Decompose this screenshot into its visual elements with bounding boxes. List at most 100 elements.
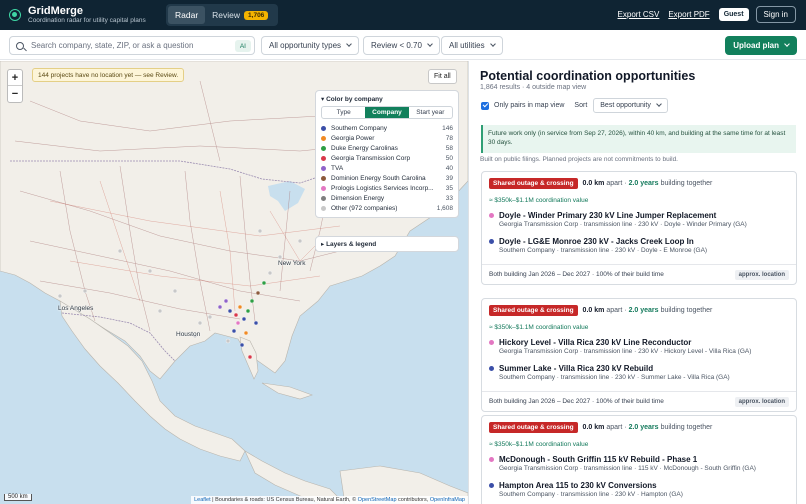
attribution-text: | Boundaries & roads: US Census Bureau, … <box>210 497 358 503</box>
project-color-dot <box>489 457 494 462</box>
utilities-dropdown[interactable]: All utilities <box>441 36 503 55</box>
sort-value: Best opportunity <box>600 102 651 109</box>
company-legend-item[interactable]: Prologis Logistics Services Incorp... 35 <box>321 183 453 193</box>
project-color-dot <box>489 213 494 218</box>
company-color-swatch <box>321 135 326 141</box>
scale-bar: 500 km <box>4 494 32 501</box>
color-by-type-option[interactable]: Type <box>322 107 365 118</box>
search-input[interactable] <box>31 41 221 50</box>
chevron-down-icon <box>784 41 790 47</box>
overlap-suffix: building together <box>660 180 713 187</box>
company-legend-item[interactable]: Other (972 companies) 1,608 <box>321 203 453 213</box>
project-color-dot <box>489 340 494 345</box>
map-view[interactable]: New York Los Angeles Houston + − 144 pro… <box>0 61 468 504</box>
color-by-segmented-control: Type Company Start year <box>321 106 453 119</box>
upload-plan-button[interactable]: Upload plan <box>725 36 797 55</box>
overlap-suffix: building together <box>660 424 713 431</box>
distance-suffix: apart · <box>606 424 627 431</box>
coordination-value: ≈ $350k–$1.1M coordination value <box>489 324 589 331</box>
guest-badge: Guest <box>718 8 749 21</box>
review-filter-dropdown[interactable]: Review < 0.70 <box>363 36 440 55</box>
project-one[interactable]: Hickory Level - Villa Rica 230 kV Line R… <box>489 338 751 355</box>
company-legend-item[interactable]: Southern Company 146 <box>321 123 453 133</box>
company-color-swatch <box>321 175 326 181</box>
project-meta: Georgia Transmission Corp · transmission… <box>499 221 747 228</box>
missing-location-notice[interactable]: 144 projects have no location yet — see … <box>32 68 185 82</box>
fit-all-button[interactable]: Fit all <box>428 69 457 84</box>
company-legend-item[interactable]: Dominion Energy South Carolina 39 <box>321 173 453 183</box>
layers-legend-toggle[interactable]: ▸ Layers & legend <box>315 236 459 252</box>
company-name: Duke Energy Carolinas <box>331 144 398 152</box>
openinframap-link[interactable]: OpenInfraMap <box>430 497 465 503</box>
approx-location-badge: approx. location <box>734 269 789 280</box>
project-name: Doyle - Winder Primary 230 kV Line Jumpe… <box>499 211 717 220</box>
app-header: GridMerge Coordination radar for utility… <box>0 0 806 30</box>
zoom-in-button[interactable]: + <box>8 70 22 86</box>
company-legend-item[interactable]: Duke Energy Carolinas 58 <box>321 143 453 153</box>
leaflet-link[interactable]: Leaflet <box>194 497 211 503</box>
project-meta: Southern Company · transmission line · 2… <box>499 374 730 381</box>
project-two[interactable]: Doyle - LG&E Monroe 230 kV - Jacks Creek… <box>489 237 707 254</box>
sign-in-button[interactable]: Sign in <box>755 6 796 23</box>
coordination-value: ≈ $350k–$1.1M coordination value <box>489 197 589 204</box>
export-pdf-link[interactable]: Export PDF <box>668 10 709 19</box>
company-color-swatch <box>321 125 326 131</box>
chevron-down-icon <box>346 41 352 47</box>
company-count: 35 <box>445 184 453 192</box>
company-color-swatch <box>321 195 326 201</box>
company-color-swatch <box>321 145 326 151</box>
city-label-new-york: New York <box>278 260 306 267</box>
sort-label: Sort <box>574 102 588 109</box>
project-meta: Georgia Transmission Corp · transmission… <box>499 465 756 472</box>
company-count: 146 <box>442 124 453 132</box>
company-legend-item[interactable]: Dimension Energy 33 <box>321 193 453 203</box>
color-by-start-year-option[interactable]: Start year <box>409 107 452 118</box>
ai-button[interactable]: AI <box>234 40 251 52</box>
only-pairs-checkbox[interactable] <box>481 101 489 110</box>
results-title: Potential coordination opportunities <box>480 69 696 83</box>
company-name: Dominion Energy South Carolina <box>331 174 426 182</box>
company-legend-item[interactable]: Georgia Transmission Corp 50 <box>321 153 453 163</box>
tab-review[interactable]: Review 1,706 <box>205 6 275 24</box>
card-footer: Both building Jan 2026 – Dec 2027 · 100%… <box>482 391 796 411</box>
overlap-suffix: building together <box>660 307 713 314</box>
project-name: Doyle - LG&E Monroe 230 kV - Jacks Creek… <box>499 237 694 246</box>
opportunity-types-dropdown[interactable]: All opportunity types <box>261 36 360 55</box>
color-by-company-option[interactable]: Company <box>365 107 409 118</box>
color-by-toggle[interactable]: ▾ Color by company <box>321 95 453 103</box>
project-two[interactable]: Hampton Area 115 to 230 kV Conversions So… <box>489 481 683 498</box>
zoom-out-button[interactable]: − <box>8 86 22 102</box>
opportunity-type-badge: Shared outage & crossing <box>489 305 578 316</box>
project-one[interactable]: Doyle - Winder Primary 230 kV Line Jumpe… <box>489 211 747 228</box>
opportunity-type-badge: Shared outage & crossing <box>489 178 578 189</box>
radar-logo-icon <box>9 9 21 21</box>
project-one[interactable]: McDonough - South Griffin 115 kV Rebuild… <box>489 455 756 472</box>
brand[interactable]: GridMerge Coordination radar for utility… <box>9 5 146 25</box>
opportunity-type-badge: Shared outage & crossing <box>489 422 578 433</box>
project-meta: Georgia Transmission Corp · transmission… <box>499 348 752 355</box>
project-name: Hickory Level - Villa Rica 230 kV Line R… <box>499 338 692 347</box>
build-window: Both building Jan 2026 – Dec 2027 · 100%… <box>489 271 664 278</box>
opportunity-card[interactable]: Shared outage & crossing 0.0 km apart · 2.0… <box>481 415 797 504</box>
company-count: 50 <box>445 154 453 162</box>
zoom-control: + − <box>7 69 23 103</box>
company-color-swatch <box>321 205 326 211</box>
opportunity-card[interactable]: Shared outage & crossing 0.0 km apart · 2.0… <box>481 171 797 285</box>
project-meta: Southern Company · transmission line · 2… <box>499 491 683 498</box>
opportunity-card[interactable]: Shared outage & crossing 0.0 km apart · 2.0… <box>481 298 797 412</box>
sort-select[interactable]: Best opportunity <box>593 98 668 113</box>
osm-link[interactable]: OpenStreetMap <box>358 497 397 503</box>
project-name: McDonough - South Griffin 115 kV Rebuild… <box>499 455 698 464</box>
chevron-down-icon <box>489 41 496 47</box>
company-name: Southern Company <box>331 124 388 132</box>
export-csv-link[interactable]: Export CSV <box>618 10 660 19</box>
cuba-land <box>261 382 313 400</box>
company-legend-item[interactable]: TVA 40 <box>321 163 453 173</box>
company-legend-item[interactable]: Georgia Power 78 <box>321 133 453 143</box>
company-color-swatch <box>321 155 326 161</box>
distance-value: 0.0 km <box>582 424 605 431</box>
tab-radar[interactable]: Radar <box>168 6 206 24</box>
company-name: Prologis Logistics Services Incorp... <box>331 184 434 192</box>
project-two[interactable]: Summer Lake - Villa Rica 230 kV Rebuild S… <box>489 364 730 381</box>
company-name: TVA <box>331 164 344 172</box>
